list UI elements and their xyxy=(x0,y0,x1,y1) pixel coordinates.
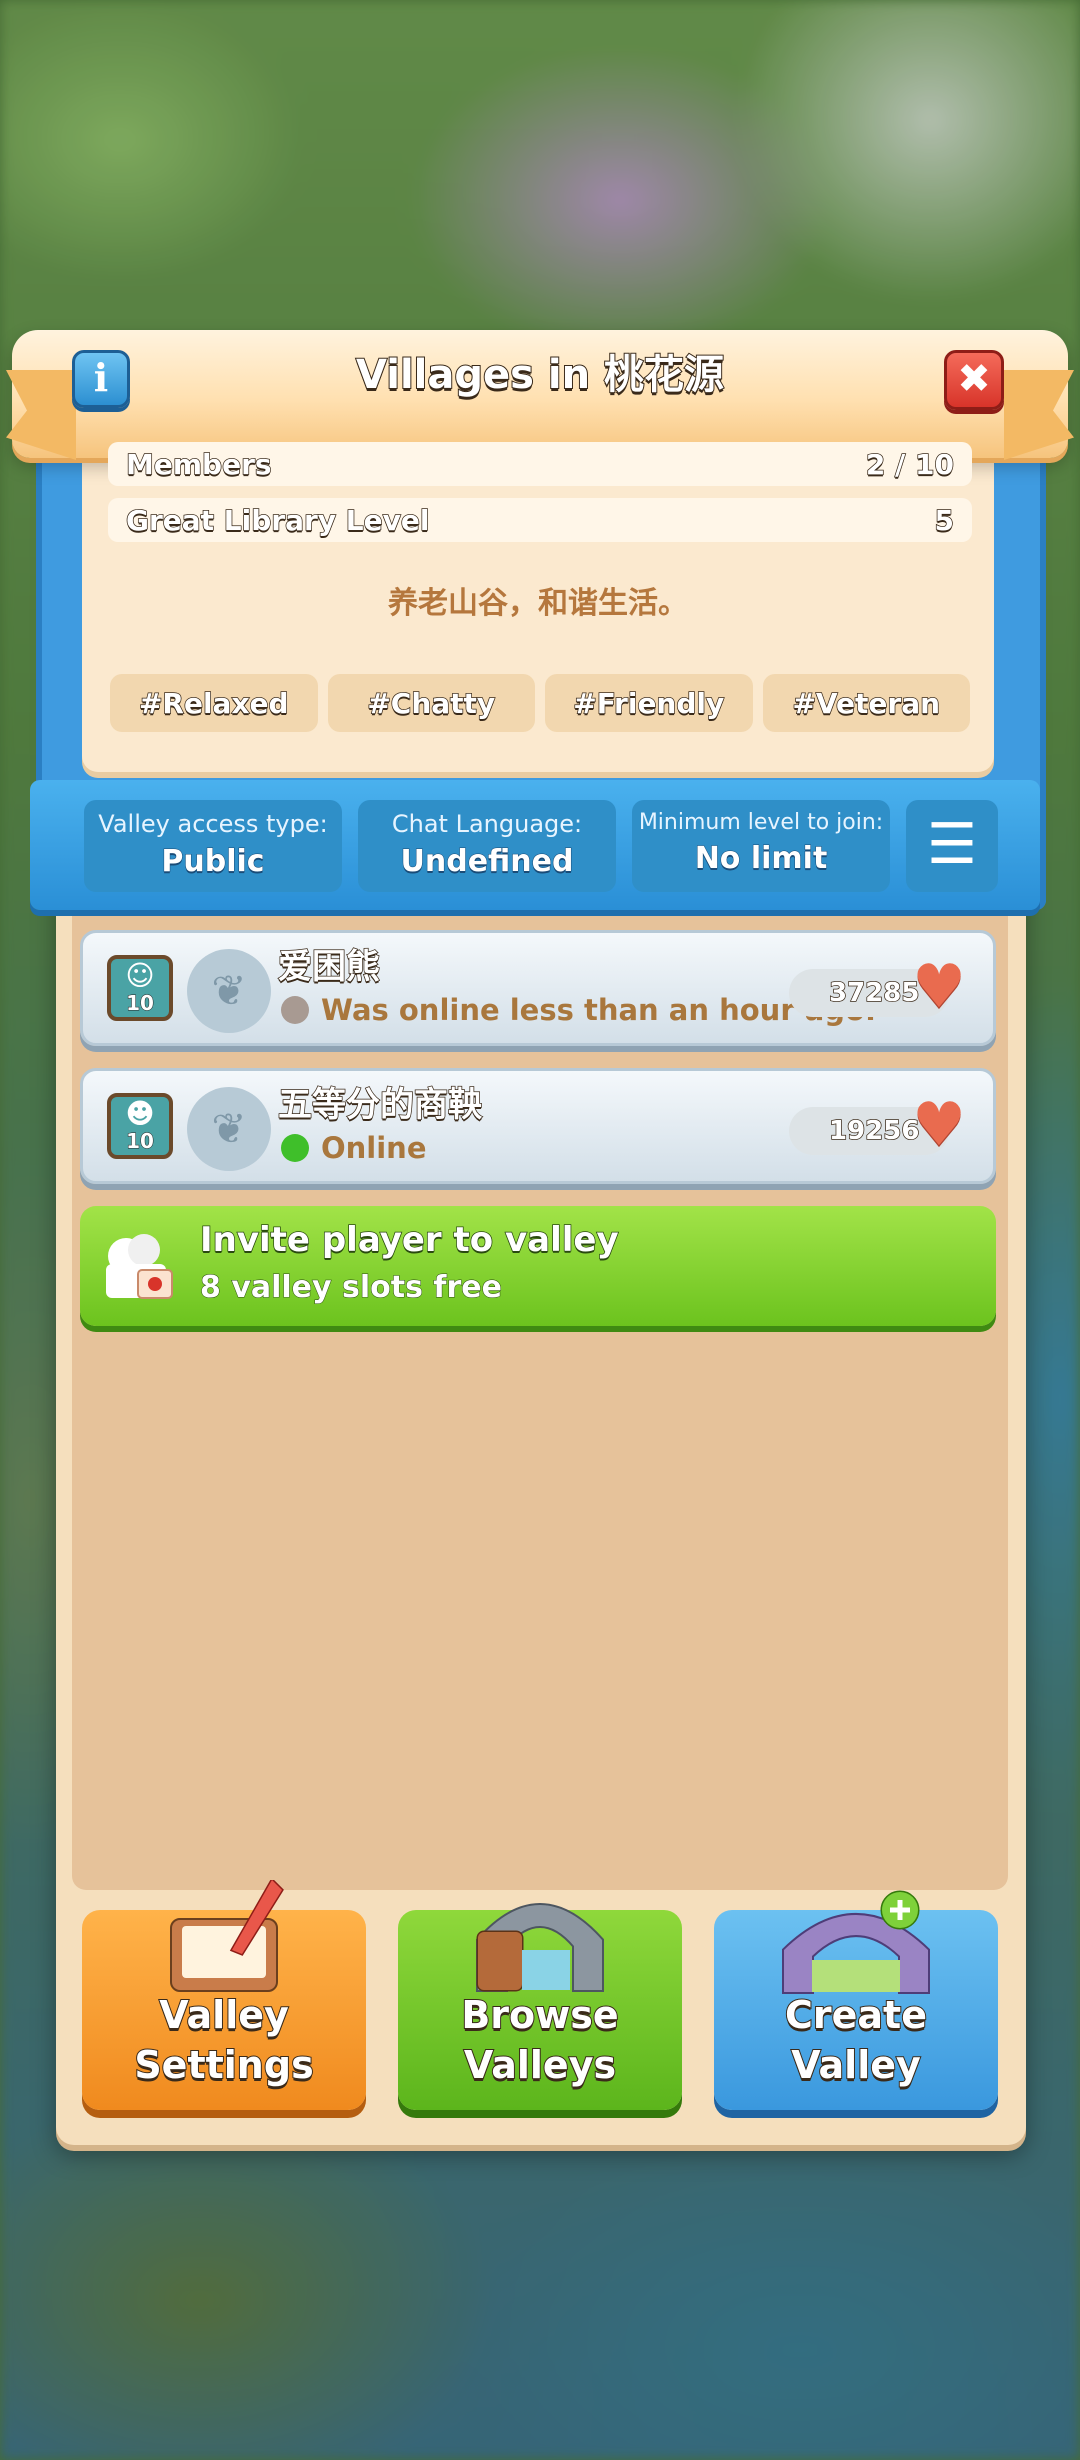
player-level: 10 xyxy=(126,1129,155,1153)
status-dot-icon xyxy=(281,1134,309,1162)
valley-motto: 养老山谷，和谐生活。 xyxy=(388,586,688,621)
chat-language-value: Undefined xyxy=(400,844,574,880)
valley-settings-label: Valley Settings xyxy=(133,1992,314,2088)
min-level-value: No limit xyxy=(694,841,828,877)
list-add-icon[interactable]: ☰ xyxy=(906,800,998,892)
member-status-text: Online xyxy=(321,1131,427,1165)
member-status: Was online less than an hour ago. xyxy=(281,993,876,1027)
player-level: 10 xyxy=(126,991,155,1015)
chat-language-stat: Chat Language: Undefined xyxy=(358,800,616,892)
access-type-value: Public xyxy=(161,844,265,880)
leaf-icon: ❦ xyxy=(187,1087,271,1171)
portal-plus-icon xyxy=(782,1890,930,1994)
member-status: Online xyxy=(281,1131,427,1165)
close-icon[interactable]: ✖ xyxy=(944,350,1004,410)
invite-title: Invite player to valley xyxy=(199,1219,619,1261)
library-level-value: 5 xyxy=(934,503,955,538)
access-type-label: Valley access type: xyxy=(98,810,328,838)
heart-icon: ♥ xyxy=(912,952,966,1022)
member-row[interactable]: ☻ 10 ❦ 五等分的商鞅 Online 19256 ♥ xyxy=(80,1068,996,1184)
heart-icon: ♥ xyxy=(912,1090,966,1160)
avatar-icon: ☻ xyxy=(125,1097,155,1130)
tag-chatty: #Chatty xyxy=(327,674,535,732)
chat-language-label: Chat Language: xyxy=(391,810,583,838)
create-valley-button[interactable]: Create Valley xyxy=(714,1890,998,2110)
info-icon[interactable]: i xyxy=(72,350,130,408)
browse-valleys-label: Browse Valleys xyxy=(460,1992,619,2088)
leaf-icon: ❦ xyxy=(187,949,271,1033)
create-valley-label: Create Valley xyxy=(784,1992,928,2088)
browse-valleys-button[interactable]: Browse Valleys xyxy=(398,1903,682,2110)
tag-veteran: #Veteran xyxy=(762,674,970,732)
member-name: 五等分的商鞅 xyxy=(277,1084,483,1126)
member-name: 爱困熊 xyxy=(277,946,381,988)
members-row: Members 2 / 10 xyxy=(108,442,972,486)
members-value: 2 / 10 xyxy=(865,447,955,482)
player-level-badge: ☻ 10 xyxy=(107,1093,173,1159)
tag-friendly: #Friendly xyxy=(545,674,753,732)
members-label: Members xyxy=(125,447,272,482)
tag-relaxed: #Relaxed xyxy=(110,674,318,732)
invite-slots-free: 8 valley slots free xyxy=(200,1270,503,1306)
avatar-icon: ☺ xyxy=(125,959,155,992)
invite-player-button[interactable]: Invite player to valley 8 valley slots f… xyxy=(80,1206,996,1326)
member-row[interactable]: ☺ 10 ❦ 爱困熊 Was online less than an hour … xyxy=(80,930,996,1046)
page-title: Villages in 桃花源 xyxy=(355,351,725,399)
member-list-area xyxy=(72,900,1008,1890)
library-level-label: Great Library Level xyxy=(125,503,430,538)
stone-gate-icon xyxy=(476,1903,604,1992)
quill-book-icon xyxy=(170,1880,284,1992)
library-level-row: Great Library Level 5 xyxy=(108,498,972,542)
min-level-label: Minimum level to join: xyxy=(638,810,884,835)
valley-tags: #Relaxed #Chatty #Friendly #Veteran xyxy=(110,674,970,732)
valley-settings-button[interactable]: Valley Settings xyxy=(82,1880,366,2110)
status-dot-icon xyxy=(281,996,309,1024)
min-level-stat: Minimum level to join: No limit xyxy=(632,800,890,892)
invite-letter-icon xyxy=(106,1234,173,1299)
player-level-badge: ☺ 10 xyxy=(107,955,173,1021)
access-type-stat: Valley access type: Public xyxy=(84,800,342,892)
